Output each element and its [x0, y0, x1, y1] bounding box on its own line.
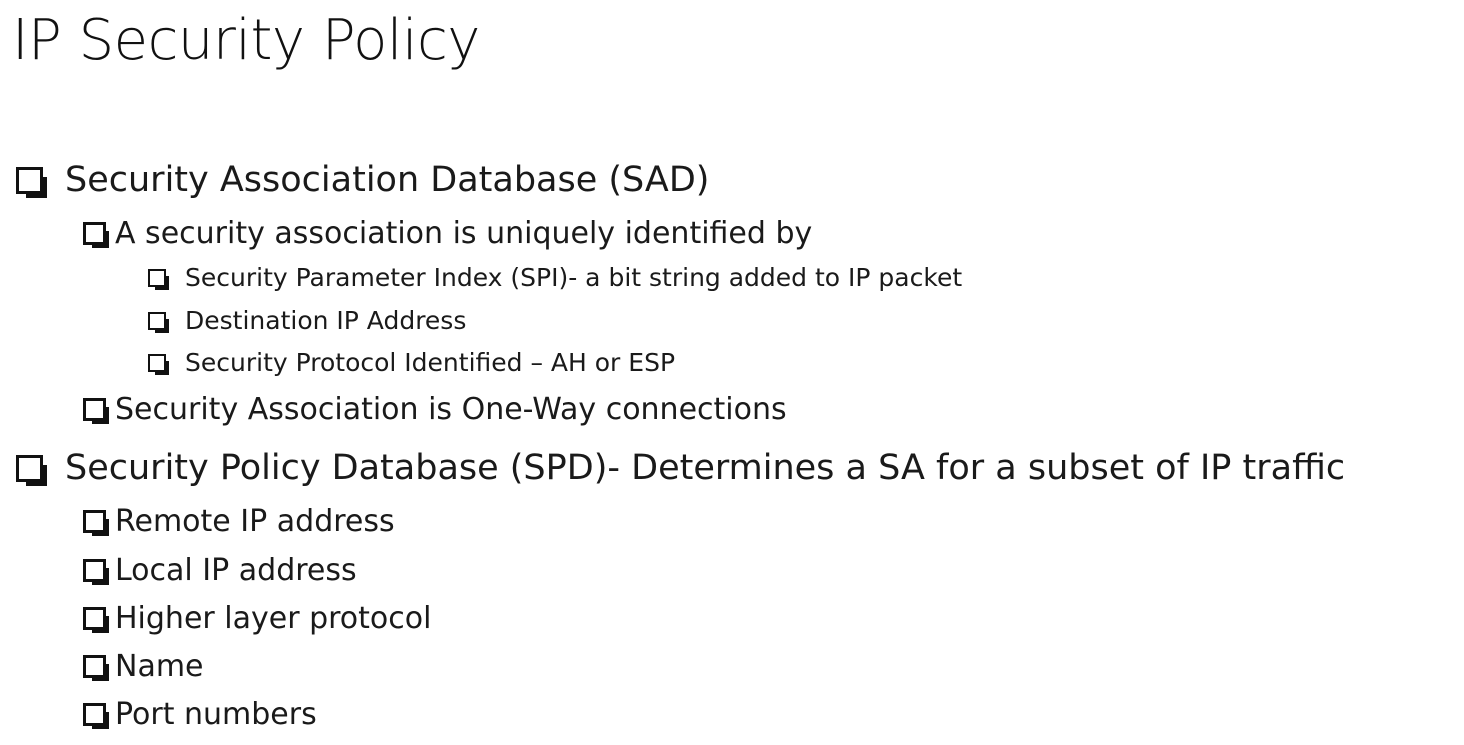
bullet-security-protocol: Security Protocol Identified – AH or ESP	[148, 348, 675, 377]
bullet-text: Remote IP address	[115, 504, 395, 539]
checkbox-bullet-icon	[16, 454, 47, 486]
checkbox-bullet-icon	[16, 166, 47, 198]
bullet-text: Security Association Database (SAD)	[65, 160, 710, 200]
bullet-spd: Security Policy Database (SPD)- Determin…	[16, 448, 1345, 488]
checkbox-bullet-icon	[83, 607, 109, 633]
checkbox-bullet-icon	[148, 268, 169, 290]
bullet-local-ip: Local IP address	[83, 553, 357, 588]
checkbox-bullet-icon	[83, 510, 109, 536]
bullet-name: Name	[83, 649, 204, 684]
bullet-one-way: Security Association is One-Way connecti…	[83, 392, 787, 427]
bullet-text: A security association is uniquely ident…	[115, 216, 813, 251]
checkbox-bullet-icon	[83, 559, 109, 585]
bullet-text: Local IP address	[115, 553, 357, 588]
checkbox-bullet-icon	[83, 703, 109, 729]
slide-title: IP Security Policy	[12, 8, 480, 73]
bullet-sad: Security Association Database (SAD)	[16, 160, 709, 200]
checkbox-bullet-icon	[148, 311, 169, 333]
checkbox-bullet-icon	[83, 655, 109, 681]
bullet-text: Security Protocol Identified – AH or ESP	[185, 348, 676, 377]
bullet-sa-identified: A security association is uniquely ident…	[83, 216, 812, 251]
slide: IP Security Policy Security Association …	[0, 0, 1464, 745]
bullet-destination-ip: Destination IP Address	[148, 306, 466, 335]
checkbox-bullet-icon	[83, 398, 109, 424]
checkbox-bullet-icon	[148, 353, 169, 375]
bullet-port-numbers: Port numbers	[83, 697, 317, 732]
bullet-text: Security Association is One-Way connecti…	[115, 392, 787, 427]
bullet-spi: Security Parameter Index (SPI)- a bit st…	[148, 263, 962, 292]
bullet-text: Higher layer protocol	[115, 601, 432, 636]
bullet-remote-ip: Remote IP address	[83, 504, 395, 539]
bullet-higher-layer-protocol: Higher layer protocol	[83, 601, 431, 636]
bullet-text: Port numbers	[115, 697, 317, 732]
bullet-text: Security Parameter Index (SPI)- a bit st…	[185, 263, 963, 292]
bullet-text: Security Policy Database (SPD)- Determin…	[65, 448, 1346, 488]
bullet-text: Name	[115, 649, 204, 684]
bullet-text: Destination IP Address	[185, 306, 467, 335]
checkbox-bullet-icon	[83, 222, 109, 248]
